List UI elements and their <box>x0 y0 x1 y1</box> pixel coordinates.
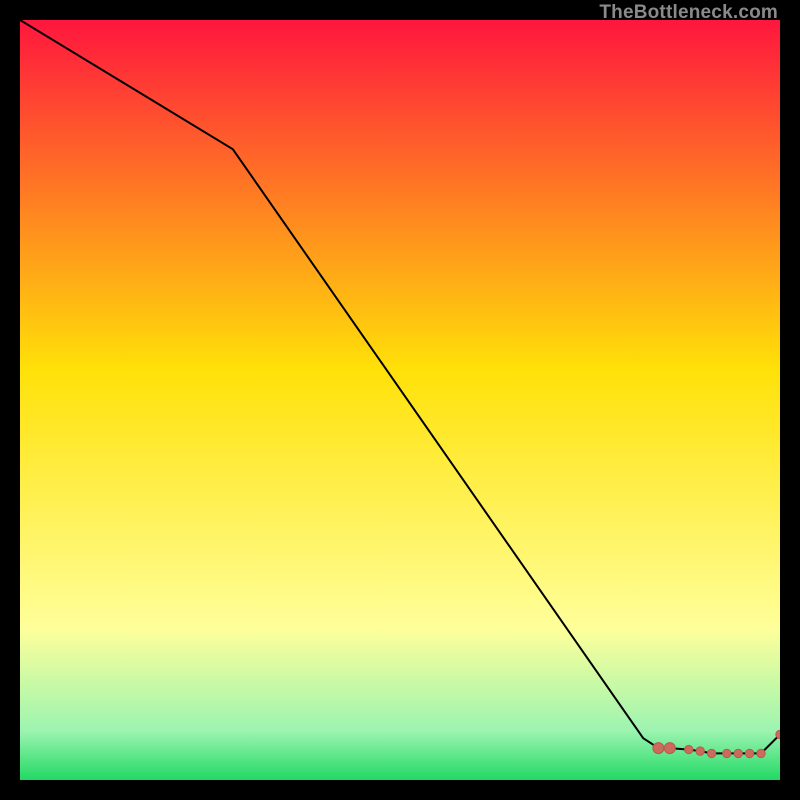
data-marker <box>707 749 715 757</box>
chart-background-gradient <box>20 20 780 780</box>
data-marker <box>757 749 765 757</box>
chart-frame: TheBottleneck.com <box>0 0 800 800</box>
data-marker <box>653 743 664 754</box>
chart-canvas <box>20 20 780 780</box>
data-marker <box>723 749 731 757</box>
data-marker <box>734 749 742 757</box>
data-marker <box>685 745 693 753</box>
data-marker <box>696 747 704 755</box>
data-marker <box>776 730 780 738</box>
data-marker <box>745 749 753 757</box>
chart-svg <box>20 20 780 780</box>
data-marker <box>664 743 675 754</box>
